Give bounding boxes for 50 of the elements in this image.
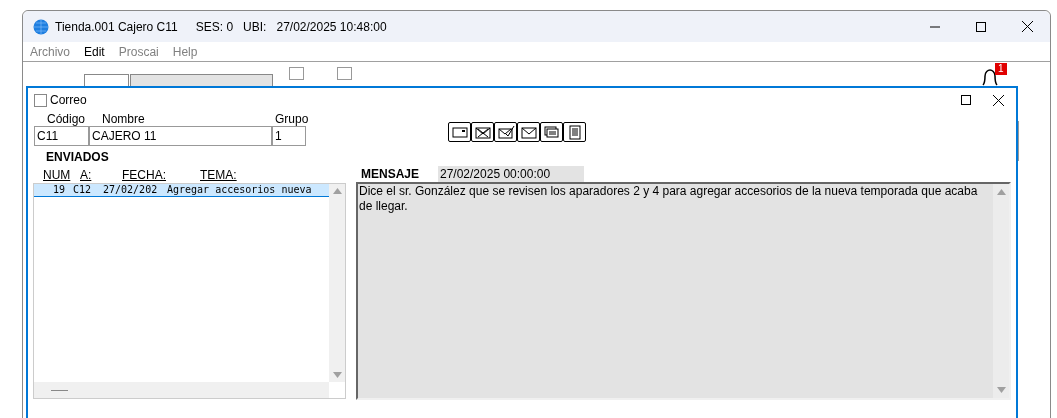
list-cell-text: Agregar accesorios nueva	[166, 184, 312, 196]
message-date: 27/02/2025 00:00:00	[438, 166, 584, 182]
column-header[interactable]: A:	[80, 168, 92, 182]
dialog-checkbox[interactable]	[34, 93, 47, 107]
scroll-down-icon	[332, 372, 342, 378]
vertical-scrollbar[interactable]	[993, 184, 1009, 398]
column-header[interactable]: TEMA:	[200, 168, 237, 182]
close-icon	[992, 94, 1004, 106]
stack-button[interactable]	[540, 122, 563, 142]
window-title: Tienda.001 Cajero C11	[55, 18, 178, 36]
card-button[interactable]	[448, 122, 471, 142]
document-button[interactable]	[563, 122, 586, 142]
vertical-scrollbar[interactable]	[329, 184, 345, 382]
minimize-icon	[930, 25, 940, 28]
close-icon	[1021, 21, 1033, 32]
globe-icon	[33, 18, 49, 35]
field-label: Código	[46, 112, 87, 126]
envelope-x-button[interactable]	[471, 122, 494, 142]
list-row[interactable]: 19 C12 27/02/202 Agregar accesorios nueva	[34, 184, 329, 197]
window-title: 27/02/2025 10:48:00	[276, 18, 387, 36]
horizontal-scrollbar[interactable]	[34, 382, 329, 398]
list-cell-text: C12	[72, 184, 93, 196]
field-input[interactable]: CAJERO 11	[89, 126, 272, 146]
envelope-check-button[interactable]	[494, 122, 517, 142]
notification-badge: 1	[995, 63, 1007, 75]
scroll-up-icon	[332, 188, 342, 194]
section-title: ENVIADOS	[46, 150, 109, 164]
checkbox[interactable]	[337, 67, 352, 80]
menu-item[interactable]: Edit	[84, 42, 105, 61]
maximize-icon	[976, 21, 986, 32]
field-label: Nombre	[101, 112, 146, 126]
envelope-button[interactable]	[517, 122, 540, 142]
list-cell-text: 19	[51, 184, 66, 196]
stack-icon	[541, 123, 562, 141]
column-header[interactable]: FECHA:	[122, 168, 166, 182]
column-header[interactable]: NUM	[43, 168, 71, 182]
list-cell-text: 27/02/202	[102, 184, 159, 196]
field-input[interactable]: C11	[34, 126, 89, 146]
envelope-check-icon	[495, 123, 516, 141]
dialog-title: Correo	[50, 92, 87, 109]
window-title: UBI:	[243, 18, 267, 36]
message-text: Dice el sr. González que se revisen los aparadores 2 y 4 para agregar accesorios de la nueva temporada que acaba de llegar.	[358, 184, 979, 215]
field-label: Grupo	[274, 112, 306, 126]
scroll-up-icon	[996, 189, 1006, 195]
scroll-down-icon	[996, 387, 1006, 393]
field-input[interactable]: 1	[272, 126, 306, 146]
checkbox[interactable]	[289, 67, 304, 80]
maximize-icon	[961, 95, 971, 105]
window-title: SES: 0	[195, 18, 234, 36]
message-label: MENSAJE	[360, 166, 420, 183]
